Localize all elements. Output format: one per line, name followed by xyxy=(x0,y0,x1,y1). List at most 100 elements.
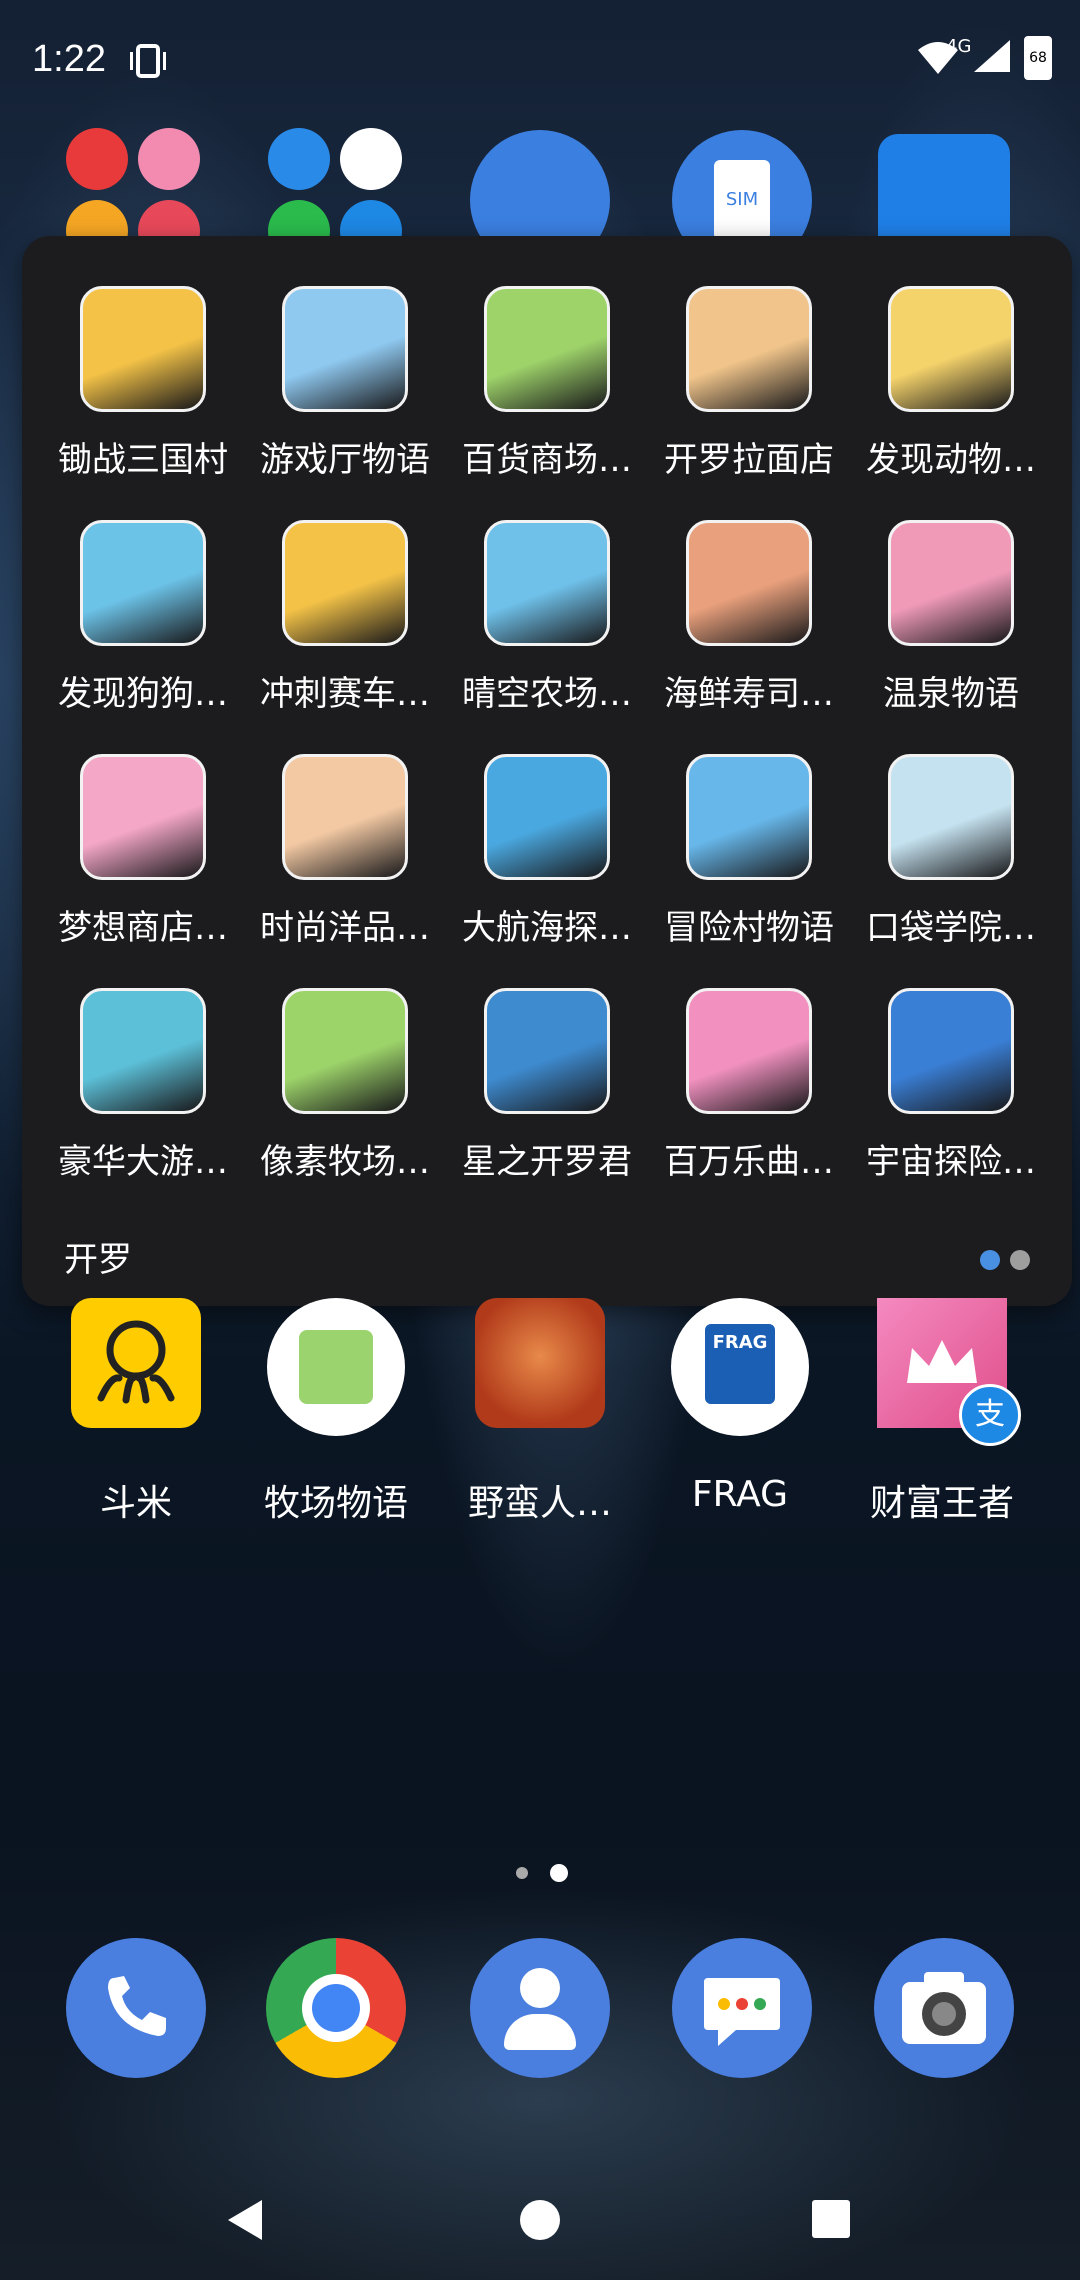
home-app-row: 斗米 牧场物语 野蛮人… FRAG FRAG 支 财富王者 xyxy=(0,1298,1080,1538)
qq-icon xyxy=(340,128,402,190)
phone-icon[interactable] xyxy=(66,1938,206,2078)
folder-page-indicator xyxy=(980,1250,1030,1270)
game-icon xyxy=(484,988,610,1114)
frag-icon: FRAG xyxy=(671,1298,809,1436)
crown-icon: 支 xyxy=(877,1298,1021,1446)
game-icon xyxy=(686,754,812,880)
vibrate-icon xyxy=(130,44,166,78)
app-label: 百货商场… xyxy=(462,440,632,480)
folder-app[interactable]: 冒险村物语 xyxy=(648,754,850,988)
folder-app[interactable]: 游戏厅物语 xyxy=(244,286,446,520)
app-label: 开罗拉面店 xyxy=(664,440,834,480)
app-caifu[interactable]: 支 财富王者 xyxy=(842,1298,1042,1526)
game-icon xyxy=(484,286,610,412)
sim-label: SIM xyxy=(714,160,770,240)
folder-app[interactable]: 百万乐曲… xyxy=(648,988,850,1222)
recents-icon[interactable] xyxy=(812,2200,850,2238)
game-icon xyxy=(484,754,610,880)
folder-app[interactable]: 发现动物… xyxy=(850,286,1052,520)
alipay-badge-icon: 支 xyxy=(959,1384,1021,1446)
app-frag[interactable]: FRAG FRAG xyxy=(640,1298,840,1515)
game-icon xyxy=(282,988,408,1114)
cell-signal: 4G xyxy=(946,36,1012,78)
app-label: 发现狗狗… xyxy=(58,674,228,714)
app-muchang[interactable]: 牧场物语 xyxy=(236,1298,436,1526)
game-icon xyxy=(888,520,1014,646)
messages-icon[interactable] xyxy=(672,1938,812,2078)
folder-app[interactable]: 像素牧场… xyxy=(244,988,446,1222)
network-type: 4G xyxy=(946,36,972,57)
folder-app[interactable]: 锄战三国村 xyxy=(42,286,244,520)
app-label: 野蛮人… xyxy=(467,1483,612,1524)
folder-page-dot xyxy=(1010,1250,1030,1270)
game-icon xyxy=(686,988,812,1114)
camera-icon[interactable] xyxy=(874,1938,1014,2078)
folder-app[interactable]: 发现狗狗… xyxy=(42,520,244,754)
game-icon xyxy=(282,520,408,646)
folder-app-grid: 锄战三国村 游戏厅物语 百货商场… 开罗拉面店 发现动物… 发现狗狗… 冲刺赛车… xyxy=(42,286,1052,1222)
page-dot-active[interactable] xyxy=(550,1864,568,1882)
app-label: FRAG xyxy=(691,1474,789,1515)
folder-page-dot xyxy=(980,1250,1000,1270)
game-icon xyxy=(80,286,206,412)
game-icon xyxy=(888,286,1014,412)
game-icon xyxy=(686,520,812,646)
top-app-row: SIM xyxy=(0,120,1080,270)
app-label: 牧场物语 xyxy=(263,1483,408,1524)
folder-app[interactable]: 百货商场… xyxy=(446,286,648,520)
app-label: 斗米 xyxy=(99,1483,172,1524)
dock xyxy=(0,1938,1080,2082)
folder-app[interactable]: 晴空农场… xyxy=(446,520,648,754)
app-doumi[interactable]: 斗米 xyxy=(36,1298,236,1526)
bilibili-icon xyxy=(138,128,200,190)
folder-app[interactable]: 温泉物语 xyxy=(850,520,1052,754)
folder-app[interactable]: 宇宙探险… xyxy=(850,988,1052,1222)
app-barbarian[interactable]: 野蛮人… xyxy=(440,1298,640,1526)
folder-app[interactable]: 开罗拉面店 xyxy=(648,286,850,520)
folder-app[interactable]: 海鲜寿司… xyxy=(648,520,850,754)
app-label: 财富王者 xyxy=(869,1483,1014,1524)
app-label: 海鲜寿司… xyxy=(664,674,834,714)
contacts-icon[interactable] xyxy=(470,1938,610,2078)
app-label: 锄战三国村 xyxy=(58,440,228,480)
status-icons: 4G 68 xyxy=(916,36,1052,80)
battery-level: 68 xyxy=(1029,50,1047,66)
folder-app[interactable]: 时尚洋品… xyxy=(244,754,446,988)
game-icon xyxy=(80,754,206,880)
status-time: 1:22 xyxy=(32,38,106,80)
folder-name[interactable]: 开罗 xyxy=(64,1232,132,1281)
app-label: 冲刺赛车… xyxy=(260,674,430,714)
app-label: 晴空农场… xyxy=(462,674,632,714)
app-label: 冒险村物语 xyxy=(664,908,834,948)
folder-app[interactable]: 口袋学院… xyxy=(850,754,1052,988)
folder-app[interactable]: 冲刺赛车… xyxy=(244,520,446,754)
chrome-icon[interactable] xyxy=(266,1938,406,2078)
game-icon xyxy=(888,754,1014,880)
app-label: 像素牧场… xyxy=(260,1142,430,1182)
cow-icon xyxy=(267,1298,405,1436)
app-label: 豪华大游… xyxy=(58,1142,228,1182)
home-icon[interactable] xyxy=(520,2200,560,2240)
game-icon xyxy=(80,988,206,1114)
signal-icon xyxy=(974,40,1010,72)
page-dot[interactable] xyxy=(516,1867,528,1879)
app-label: 星之开罗君 xyxy=(462,1142,632,1182)
app-label: 大航海探… xyxy=(462,908,632,948)
battery-icon: 68 xyxy=(1024,36,1052,80)
folder-app[interactable]: 梦想商店… xyxy=(42,754,244,988)
game-icon xyxy=(888,988,1014,1114)
navigation-bar xyxy=(0,2180,1080,2260)
folder-app[interactable]: 豪华大游… xyxy=(42,988,244,1222)
app-folder-popup: 锄战三国村 游戏厅物语 百货商场… 开罗拉面店 发现动物… 发现狗狗… 冲刺赛车… xyxy=(22,236,1072,1306)
game-icon xyxy=(282,286,408,412)
folder-app[interactable]: 大航海探… xyxy=(446,754,648,988)
app-label: 梦想商店… xyxy=(58,908,228,948)
netease-music-icon xyxy=(66,128,128,190)
browser-icon xyxy=(268,128,330,190)
app-label: 口袋学院… xyxy=(866,908,1036,948)
app-label: 百万乐曲… xyxy=(664,1142,834,1182)
game-icon xyxy=(282,754,408,880)
back-icon[interactable] xyxy=(224,2198,264,2242)
app-label: 发现动物… xyxy=(866,440,1036,480)
folder-app[interactable]: 星之开罗君 xyxy=(446,988,648,1222)
